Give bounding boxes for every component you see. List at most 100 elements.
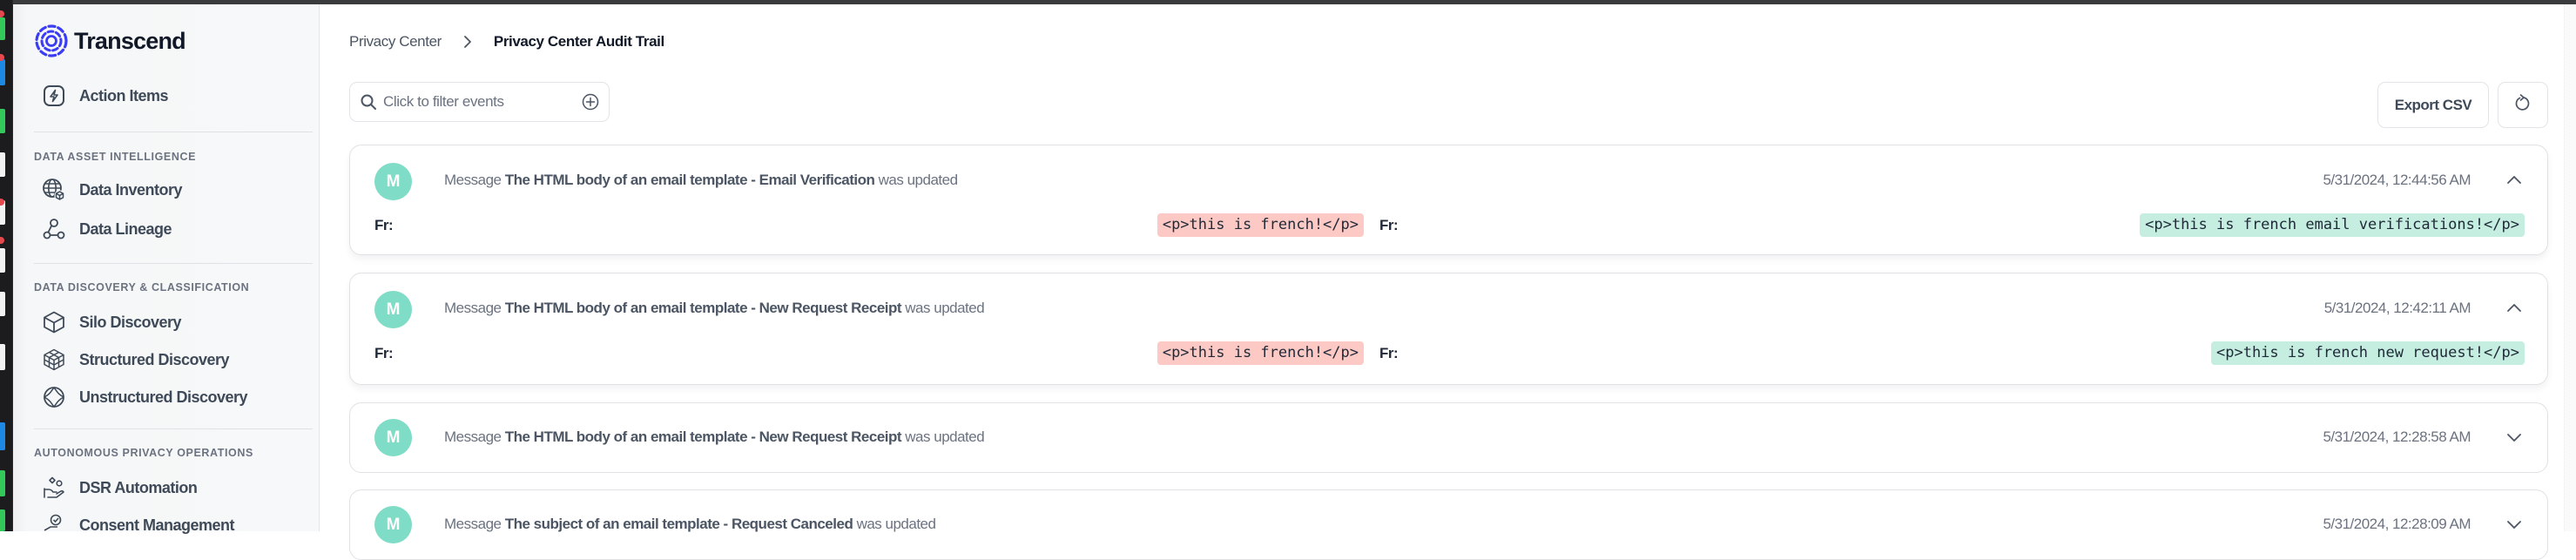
dock-app-tile[interactable] [0,109,5,133]
section-title-data-discovery: DATA DISCOVERY & CLASSIFICATION [34,281,250,293]
user-avatar: M [374,291,412,328]
hand-shapes-icon [41,475,67,501]
event-prefix: Message [444,516,502,532]
sidebar-item-label: Consent Management [79,516,235,534]
event-description: Message The HTML body of an email templa… [444,172,958,189]
refresh-icon [2514,93,2532,117]
dock-app-tile[interactable] [0,248,5,273]
event-suffix: was updated [905,300,985,316]
user-avatar: M [374,163,412,200]
sidebar-item-label: Action Items [79,86,169,105]
event-subject: The HTML body of an email template - New… [504,300,902,316]
refresh-button[interactable] [2498,82,2548,128]
chevron-up-icon [2507,304,2521,312]
brand-name: Transcend [74,27,186,54]
event-timestamp: 5/31/2024, 12:28:09 AM [2323,516,2471,532]
sidebar-item-consent-management[interactable]: Consent Management [41,512,235,538]
filter-events-input[interactable] [383,93,581,111]
search-icon [359,92,378,111]
dock-app-tile[interactable] [0,422,5,450]
sidebar-item-label: Unstructured Discovery [79,388,248,406]
brand-logo[interactable]: Transcend [34,24,186,58]
event-suffix: was updated [878,172,958,188]
before-field-label: Fr: [374,345,394,361]
event-prefix: Message [444,172,502,188]
sidebar-item-label: Data Inventory [79,180,183,199]
sidebar-item-label: Silo Discovery [79,313,182,331]
event-description: Message The HTML body of an email templa… [444,428,985,446]
sidebar-item-unstructured-discovery[interactable]: Unstructured Discovery [41,384,248,410]
event-description: Message The HTML body of an email templa… [444,300,985,317]
dock-app-tile[interactable] [0,509,5,531]
dock-app-tile[interactable] [0,59,5,85]
event-subject: The HTML body of an email template - New… [504,428,902,445]
breadcrumb: Privacy Center Privacy Center Audit Trai… [349,33,664,51]
breadcrumb-parent-link[interactable]: Privacy Center [349,33,442,51]
after-field-label: Fr: [1379,345,1399,361]
sidebar-item-data-inventory[interactable]: Data Inventory [41,177,183,203]
export-csv-button[interactable]: Export CSV [2377,82,2489,128]
event-timestamp: 5/31/2024, 12:44:56 AM [2323,172,2471,188]
dock-notification-badge [0,10,4,17]
section-title-autonomous-privacy-operations: AUTONOMOUS PRIVACY OPERATIONS [34,447,253,459]
sidebar-divider [34,263,313,264]
dock-app-tile[interactable] [0,292,5,316]
dock-notification-badge [0,237,4,244]
event-card[interactable]: M Message The subject of an email templa… [349,489,2548,560]
lineage-nodes-icon [41,216,67,242]
sidebar-item-action-items[interactable]: Action Items [41,83,169,109]
sidebar-item-dsr-automation[interactable]: DSR Automation [41,475,198,501]
sidebar-item-label: DSR Automation [79,478,198,496]
event-timestamp: 5/31/2024, 12:42:11 AM [2323,300,2471,316]
event-prefix: Message [444,300,502,316]
before-field-label: Fr: [374,217,394,233]
collapse-event-button[interactable] [2504,297,2525,318]
dock-app-tile[interactable] [0,344,5,370]
section-title-data-asset-intelligence: DATA ASSET INTELLIGENCE [34,151,197,163]
after-value-added: <p>this is french email verifications!</… [2140,213,2525,237]
page-scrollbar[interactable] [2564,4,2576,531]
sidebar-item-silo-discovery[interactable]: Silo Discovery [41,309,182,335]
expand-event-button[interactable] [2504,427,2525,448]
after-value-added: <p>this is french new request!</p> [2211,341,2525,365]
before-value-removed: <p>this is french!</p> [1157,341,1364,365]
chevron-down-icon [2507,521,2521,529]
transcend-logo-icon [35,24,68,57]
before-value-removed: <p>this is french!</p> [1157,213,1364,237]
event-subject: The HTML body of an email template - Ema… [504,172,875,188]
sidebar: Transcend Action Items DATA ASSET INTELL… [13,4,320,534]
event-card: M Message The HTML body of an email temp… [349,273,2548,385]
sidebar-divider [34,428,313,429]
event-card: M Message The HTML body of an email temp… [349,145,2548,255]
user-avatar: M [374,419,412,456]
event-suffix: was updated [905,428,985,445]
sidebar-item-structured-discovery[interactable]: Structured Discovery [41,347,230,373]
dock-app-tile[interactable] [0,470,5,496]
add-filter-icon[interactable] [581,92,600,111]
cube-grid-icon [41,347,67,373]
event-subject: The subject of an email template - Reque… [504,516,853,532]
dock-app-tile[interactable] [0,17,5,40]
chevron-right-icon [459,33,476,51]
person-check-icon [41,512,67,538]
chevron-down-icon [2507,434,2521,442]
event-description: Message The subject of an email template… [444,516,936,533]
lightning-badge-icon [41,83,67,109]
chevron-up-icon [2507,176,2521,184]
event-suffix: was updated [856,516,936,532]
main-content: Privacy Center Privacy Center Audit Trai… [320,4,2576,560]
globe-compass-icon [41,384,67,410]
cube-icon [41,309,67,335]
sidebar-item-data-lineage[interactable]: Data Lineage [41,216,172,242]
expand-event-button[interactable] [2504,514,2525,535]
collapse-event-button[interactable] [2504,169,2525,190]
sidebar-item-label: Data Lineage [79,219,172,238]
app-dock [0,0,13,531]
event-filter[interactable] [349,82,610,122]
dock-app-tile[interactable] [0,152,5,177]
sidebar-item-label: Structured Discovery [79,350,230,368]
event-timestamp: 5/31/2024, 12:28:58 AM [2323,428,2471,445]
breadcrumb-current-page: Privacy Center Audit Trail [493,33,664,50]
globe-cube-icon [41,177,67,203]
event-card[interactable]: M Message The HTML body of an email temp… [349,402,2548,473]
